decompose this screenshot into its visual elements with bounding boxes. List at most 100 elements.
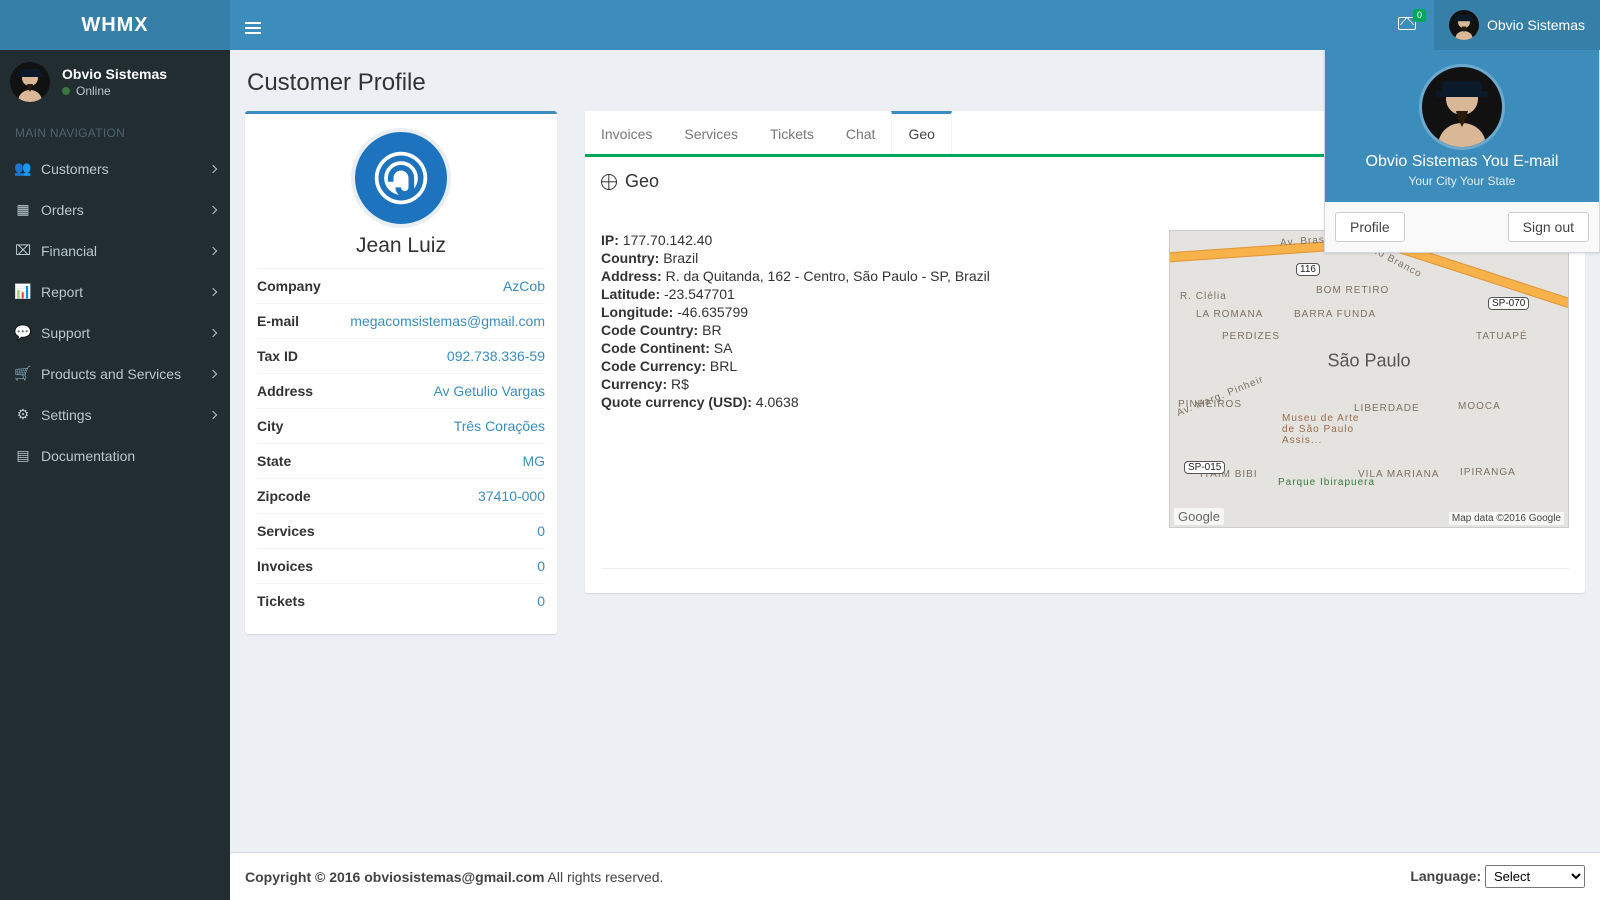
customer-avatar-icon: [351, 128, 451, 228]
detail-value[interactable]: AzCob: [503, 278, 545, 294]
book-icon: ▤: [15, 447, 31, 464]
money-icon: ⌧: [15, 242, 31, 259]
detail-value[interactable]: 0: [537, 523, 545, 539]
nav-user-name: Obvio Sistemas: [1487, 17, 1585, 33]
navbar-right: 0 Obvio Sistemas: [1398, 0, 1585, 50]
language-label: Language:: [1410, 868, 1481, 884]
sidebar-item-report[interactable]: 📊Report: [0, 271, 230, 312]
geo-map[interactable]: São Paulo R. Clélia LA ROMANA PERDIZES P…: [1169, 230, 1569, 528]
tab-tickets[interactable]: Tickets: [754, 111, 830, 154]
sidebar-item-documentation[interactable]: ▤ Documentation: [0, 435, 230, 476]
detail-value[interactable]: MG: [522, 453, 545, 469]
sidebar-toggle[interactable]: [230, 1, 276, 49]
dropdown-user-line2: Your City Your State: [1335, 174, 1589, 188]
sidebar-item-label: Financial: [41, 243, 97, 259]
tab-chat[interactable]: Chat: [830, 111, 892, 154]
avatar-icon: [10, 62, 50, 102]
sidebar-user-name: Obvio Sistemas: [62, 66, 167, 82]
detail-value[interactable]: 092.738.336-59: [447, 348, 545, 364]
chevron-left-icon: [209, 164, 217, 172]
detail-value[interactable]: 37410-000: [478, 488, 545, 504]
sidebar-item-customers[interactable]: 👥 Customers: [0, 148, 230, 189]
map-shield: SP-015: [1184, 461, 1225, 474]
nav-user[interactable]: Obvio Sistemas: [1434, 0, 1600, 50]
detail-label: Tax ID: [257, 348, 298, 364]
avatar-icon: [1449, 10, 1479, 40]
map-label: PERDIZES: [1222, 331, 1280, 342]
cart-icon: 🛒: [15, 365, 31, 382]
profile-button[interactable]: Profile: [1335, 212, 1405, 242]
map-label: IPIRANGA: [1460, 467, 1516, 478]
map-label: MOOCA: [1458, 401, 1501, 412]
users-icon: 👥: [15, 160, 31, 177]
map-label: R. Clélia: [1180, 291, 1227, 302]
detail-row: StateMG: [257, 443, 545, 478]
map-label: TATUAPÉ: [1476, 331, 1528, 342]
detail-label: Invoices: [257, 558, 313, 574]
bars-icon: [245, 27, 261, 29]
sidebar-item-financial[interactable]: ⌧ Financial: [0, 230, 230, 271]
chevron-left-icon: [209, 287, 217, 295]
geo-field: IP: 177.70.142.40: [601, 232, 1153, 248]
geo-field: Country: Brazil: [601, 250, 1153, 266]
sidebar-item-label: Orders: [41, 202, 84, 218]
detail-label: Company: [257, 278, 321, 294]
tab-services[interactable]: Services: [668, 111, 754, 154]
detail-value[interactable]: 0: [537, 593, 545, 609]
comment-icon: 💬: [15, 324, 31, 341]
tab-geo[interactable]: Geo: [891, 111, 951, 154]
cogs-icon: ⚙: [15, 406, 31, 423]
map-shield: 116: [1296, 263, 1320, 276]
map-google-label: Google: [1174, 508, 1224, 525]
chevron-left-icon: [209, 410, 217, 418]
sidebar-item-label: Customers: [41, 161, 109, 177]
detail-label: Zipcode: [257, 488, 311, 504]
chevron-left-icon: [209, 246, 217, 254]
detail-label: Address: [257, 383, 313, 399]
navbar: 0 Obvio Sistemas: [230, 0, 1600, 50]
geo-field: Code Country: BR: [601, 322, 1153, 338]
detail-row: Address Av Getulio Vargas: [257, 373, 545, 408]
language-select[interactable]: Select: [1485, 865, 1585, 888]
detail-label: Tickets: [257, 593, 305, 609]
signout-button[interactable]: Sign out: [1508, 212, 1589, 242]
mail-badge: 0: [1413, 9, 1426, 22]
sidebar-item-label: Documentation: [41, 448, 135, 464]
sidebar-item-products-and-services[interactable]: 🛒Products and Services: [0, 353, 230, 394]
nav-mail[interactable]: 0: [1398, 17, 1416, 33]
geo-field: Quote currency (USD): 4.0638: [601, 394, 1153, 410]
geo-field: Code Continent: SA: [601, 340, 1153, 356]
main-header: WHMX 0 Obvio Sistemas: [0, 0, 1600, 50]
detail-value[interactable]: Três Corações: [454, 418, 545, 434]
sidebar-item-support[interactable]: 💬 Support: [0, 312, 230, 353]
sidebar-item-label: Support: [41, 325, 90, 341]
customer-name: Jean Luiz: [245, 234, 557, 258]
copyright-rest: All rights reserved.: [544, 869, 663, 885]
geo-field: Currency: R$: [601, 376, 1153, 392]
geo-field: Address: R. da Quitanda, 162 - Centro, S…: [601, 268, 1153, 284]
map-label: LA ROMANA: [1196, 309, 1263, 320]
geo-field: Longitude: -46.635799: [601, 304, 1153, 320]
list-icon: ▦: [15, 201, 31, 218]
detail-row: Zipcode 37410-000: [257, 478, 545, 513]
detail-value[interactable]: megacomsistemas@gmail.com: [350, 313, 545, 329]
detail-row: E-mailmegacomsistemas@gmail.com: [257, 303, 545, 338]
user-dropdown: Obvio Sistemas You E-mail Your City Your…: [1324, 50, 1600, 253]
tab-invoices[interactable]: Invoices: [585, 111, 668, 154]
avatar-icon: [1419, 64, 1505, 150]
sidebar-item-settings[interactable]: ⚙Settings: [0, 394, 230, 435]
chart-icon: 📊: [15, 283, 31, 300]
geo-field: Latitude: -23.547701: [601, 286, 1153, 302]
sidebar-item-orders[interactable]: ▦ Orders: [0, 189, 230, 230]
detail-value[interactable]: 0: [537, 558, 545, 574]
geo-field: Code Currency: BRL: [601, 358, 1153, 374]
map-label: Parque Ibirapuera: [1278, 477, 1375, 488]
detail-row: Company AzCob: [257, 268, 545, 303]
copyright-bold: Copyright © 2016 obviosistemas@gmail.com: [245, 869, 544, 885]
chevron-left-icon: [209, 328, 217, 336]
nav-section-header: MAIN NAVIGATION: [0, 114, 230, 148]
map-attribution: Map data ©2016 Google: [1449, 512, 1564, 525]
chevron-left-icon: [209, 369, 217, 377]
brand-logo[interactable]: WHMX: [0, 0, 230, 50]
detail-value[interactable]: Av Getulio Vargas: [433, 383, 545, 399]
